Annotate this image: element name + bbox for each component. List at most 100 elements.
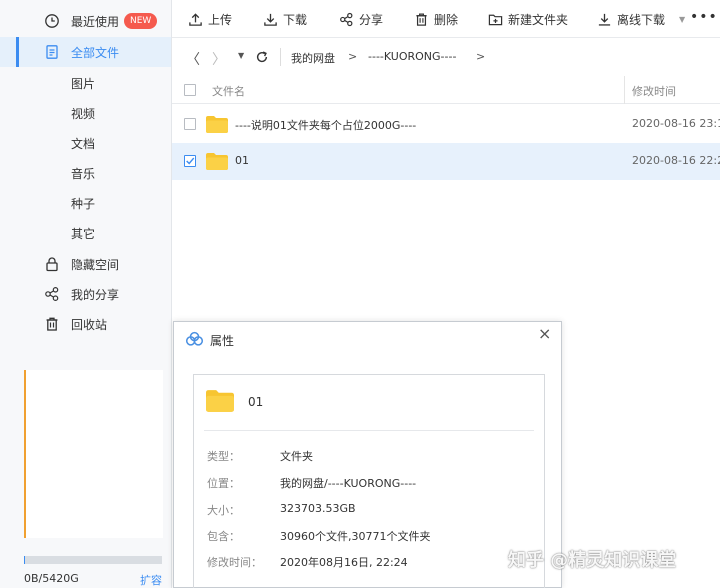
upload-button[interactable]: 上传 — [188, 0, 232, 38]
folder-icon — [206, 153, 228, 170]
sidebar-item-label: 音乐 — [71, 166, 96, 181]
sidebar-item-other[interactable]: 其它 — [0, 218, 171, 248]
toolbar: 上传 下载 分享 删除 新建文件夹 离线下载 ▼ ••• — [172, 0, 720, 38]
row-checkbox[interactable] — [184, 118, 196, 130]
sidebar-item-videos[interactable]: 视频 — [0, 98, 171, 128]
offline-download-icon — [598, 13, 611, 26]
watermark: 知乎 @精灵知识课堂 — [508, 550, 677, 571]
lock-icon — [46, 257, 58, 272]
sidebar-item-label: 文档 — [71, 136, 96, 151]
file-modified: 2020-08-16 22:2 — [632, 154, 720, 167]
close-icon[interactable]: × — [538, 324, 551, 343]
prop-modified-value: 2020年08月16日, 22:24 — [280, 556, 408, 569]
file-name[interactable]: ----说明01文件夹每个占位2000G---- — [235, 117, 416, 133]
sidebar: 最近使用 NEW 全部文件 图片 视频 文档 音乐 种子 其它 隐藏空间 我的分… — [0, 0, 172, 588]
breadcrumb-current[interactable]: ----KUORONG---- — [368, 50, 456, 63]
cloud-logo-icon — [185, 331, 204, 346]
sidebar-item-recent[interactable]: 最近使用 NEW — [0, 6, 171, 36]
divider — [204, 430, 534, 431]
sidebar-item-recycle-bin[interactable]: 回收站 — [0, 309, 171, 339]
sidebar-item-images[interactable]: 图片 — [0, 68, 171, 98]
new-folder-button[interactable]: 新建文件夹 — [488, 0, 568, 38]
sidebar-item-label: 其它 — [71, 226, 96, 241]
breadcrumb: 〈 〉 ▼ 我的网盘 > ----KUORONG---- > — [172, 38, 720, 76]
download-label: 下载 — [283, 12, 308, 27]
share-label: 分享 — [359, 12, 384, 27]
sidebar-item-label: 最近使用 — [71, 14, 120, 29]
breadcrumb-root[interactable]: 我的网盘 — [291, 50, 335, 66]
sidebar-item-label: 图片 — [71, 76, 96, 91]
sidebar-item-my-shares[interactable]: 我的分享 — [0, 279, 171, 309]
new-folder-icon — [488, 14, 503, 25]
prop-contains-label: 包含： — [207, 530, 240, 543]
folder-icon — [206, 116, 228, 133]
sidebar-item-label: 我的分享 — [71, 287, 120, 302]
select-all-checkbox[interactable] — [184, 84, 196, 96]
more-button[interactable]: ••• — [690, 9, 718, 25]
table-row[interactable]: ----说明01文件夹每个占位2000G---- 2020-08-16 23:1 — [172, 106, 720, 143]
share-icon — [340, 12, 353, 26]
download-button[interactable]: 下载 — [263, 0, 307, 38]
expand-storage-link[interactable]: 扩容 — [140, 572, 162, 588]
prop-size-value: 323703.53GB — [280, 502, 356, 515]
trash-icon — [416, 13, 427, 26]
upload-label: 上传 — [208, 12, 233, 27]
storage-quota-bar — [24, 556, 162, 564]
sidebar-item-label: 全部文件 — [71, 45, 120, 60]
trash-icon — [46, 317, 58, 331]
sidebar-item-music[interactable]: 音乐 — [0, 158, 171, 188]
dialog-file-name: 01 — [248, 395, 264, 409]
promo-banner[interactable] — [24, 370, 163, 538]
checkmark-icon — [186, 157, 195, 165]
file-name[interactable]: 01 — [235, 154, 249, 167]
new-folder-label: 新建文件夹 — [508, 12, 569, 27]
breadcrumb-separator: > — [476, 50, 486, 63]
history-dropdown-icon[interactable]: ▼ — [238, 51, 244, 60]
prop-type-value: 文件夹 — [280, 450, 313, 463]
divider — [280, 48, 281, 66]
prop-location-value: 我的网盘/----KUORONG---- — [280, 477, 417, 490]
sidebar-item-torrents[interactable]: 种子 — [0, 188, 171, 218]
clock-icon — [45, 14, 59, 28]
file-icon — [46, 45, 58, 59]
dialog-content: 01 类型： 文件夹 位置： 我的网盘/----KUORONG---- 大小： … — [193, 374, 545, 588]
prop-contains-value: 30960个文件,30771个文件夹 — [280, 530, 431, 543]
properties-dialog: 属性 × 01 类型： 文件夹 位置： 我的网盘/----KUORONG----… — [173, 321, 562, 588]
prop-type-label: 类型： — [207, 450, 240, 463]
column-header-name[interactable]: 文件名 — [212, 83, 245, 99]
row-checkbox[interactable] — [184, 155, 196, 167]
offline-download-button[interactable]: 离线下载 ▼ — [597, 0, 685, 38]
prop-location-label: 位置： — [207, 477, 240, 490]
folder-icon — [206, 390, 234, 412]
file-modified: 2020-08-16 23:1 — [632, 117, 720, 130]
share-button[interactable]: 分享 — [339, 0, 383, 38]
sidebar-item-label: 视频 — [71, 106, 96, 121]
upload-icon — [189, 12, 202, 26]
prop-modified-label: 修改时间： — [207, 556, 262, 569]
refresh-icon[interactable] — [255, 50, 269, 64]
file-table-header: 文件名 修改时间 — [172, 76, 720, 104]
sidebar-item-documents[interactable]: 文档 — [0, 128, 171, 158]
offline-download-label: 离线下载 — [617, 12, 666, 27]
back-icon[interactable]: 〈 — [186, 49, 200, 69]
download-icon — [264, 13, 277, 26]
dialog-title: 属性 — [210, 334, 235, 348]
storage-quota-fill — [24, 556, 26, 564]
chevron-down-icon[interactable]: ▼ — [679, 15, 685, 24]
sidebar-item-hidden-space[interactable]: 隐藏空间 — [0, 249, 171, 279]
prop-size-label: 大小： — [207, 504, 240, 517]
delete-button[interactable]: 删除 — [414, 0, 458, 38]
delete-label: 删除 — [434, 12, 459, 27]
sidebar-item-all-files[interactable]: 全部文件 — [0, 37, 171, 67]
forward-icon[interactable]: 〉 — [212, 49, 226, 69]
new-badge: NEW — [124, 13, 158, 29]
breadcrumb-separator: > — [348, 50, 358, 63]
share-icon — [45, 286, 59, 302]
sidebar-item-label: 回收站 — [71, 317, 108, 332]
storage-quota-text: 0B/5420G — [24, 572, 79, 585]
column-header-modified[interactable]: 修改时间 — [632, 83, 676, 99]
sidebar-item-label: 隐藏空间 — [71, 257, 120, 272]
column-divider[interactable] — [624, 76, 625, 104]
sidebar-item-label: 种子 — [71, 196, 96, 211]
table-row[interactable]: 01 2020-08-16 22:2 — [172, 143, 720, 180]
